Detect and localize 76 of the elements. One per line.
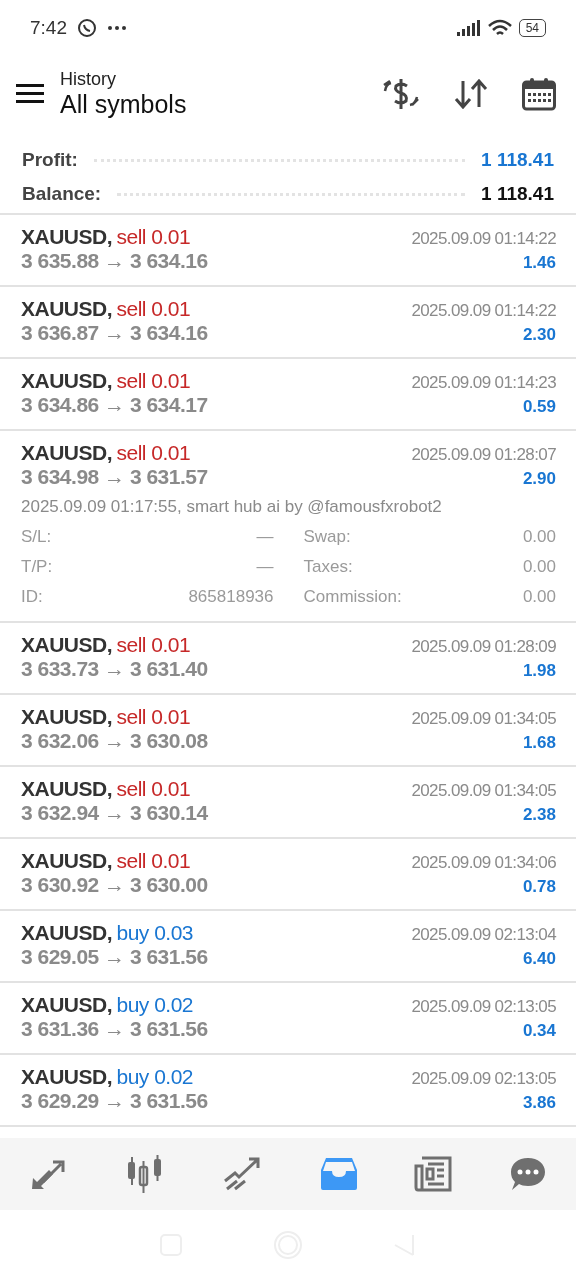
chat-bubble-icon (509, 1156, 548, 1192)
detail-label: Commission: (303, 587, 402, 607)
deal-title[interactable]: XAUUSD, sell 0.01 (21, 777, 191, 801)
wifi-icon (486, 18, 513, 37)
deal-time: 2025.09.09 01:14:22 (411, 301, 556, 321)
detail-label: S/L: (21, 527, 52, 547)
deal-profit: 2.90 (522, 469, 556, 489)
deal-title[interactable]: XAUUSD, sell 0.01 (21, 225, 191, 249)
deal-profit: 0.78 (522, 877, 556, 897)
deal-title[interactable]: XAUUSD, sell 0.01 (21, 297, 191, 321)
deal-time: 2025.09.09 01:14:23 (411, 373, 556, 393)
deal-prices: 3 636.87 → 3 634.16 (21, 321, 208, 345)
deal-time: 2025.09.09 02:13:04 (411, 925, 556, 945)
clock: 7:42 (30, 16, 67, 39)
inbox-icon (320, 1158, 357, 1190)
deal-title[interactable]: XAUUSD, buy 0.02 (21, 993, 194, 1017)
deal-prices: 3 629.05 → 3 631.56 (21, 945, 208, 969)
signal-icon (456, 19, 481, 36)
detail-label: Swap: (303, 527, 351, 547)
deal-title[interactable]: XAUUSD, buy 0.02 (21, 1065, 194, 1089)
deal-prices: 3 631.36 → 3 631.56 (21, 1017, 208, 1041)
deal-title[interactable]: XAUUSD, sell 0.01 (21, 633, 191, 657)
deal-time: 2025.09.09 01:34:06 (411, 853, 556, 873)
menu-icon[interactable] (16, 83, 44, 105)
more-icon (107, 24, 127, 31)
screen-subtitle: History (60, 69, 117, 90)
detail-value: 0.00 (522, 527, 556, 547)
deal-prices: 3 634.98 → 3 631.57 (21, 465, 208, 489)
deal-profit: 1.98 (522, 661, 556, 681)
deal-time: 2025.09.09 01:14:22 (411, 229, 556, 249)
deal-time: 2025.09.09 01:34:05 (411, 781, 556, 801)
deal-title[interactable]: XAUUSD, sell 0.01 (21, 705, 191, 729)
deal-profit: 3.86 (522, 1093, 556, 1113)
deal-prices: 3 632.94 → 3 630.14 (21, 801, 208, 825)
deal-title[interactable]: XAUUSD, sell 0.01 (21, 849, 191, 873)
deal-prices: 3 630.92 → 3 630.00 (21, 873, 208, 897)
deal-prices: 3 633.73 → 3 631.40 (21, 657, 208, 681)
sort-icon[interactable] (454, 79, 488, 109)
battery-level: 54 (518, 18, 546, 37)
deal-prices: 3 632.06 → 3 630.08 (21, 729, 208, 753)
deal-prices: 3 629.29 → 3 631.56 (21, 1089, 208, 1113)
deal-time: 2025.09.09 01:34:05 (411, 709, 556, 729)
detail-value: — (256, 527, 274, 547)
deal-prices: 3 634.86 → 3 634.17 (21, 393, 208, 417)
deal-title[interactable]: XAUUSD, sell 0.01 (21, 369, 191, 393)
detail-value: 0.00 (522, 587, 556, 607)
deal-profit: 0.34 (522, 1021, 556, 1041)
detail-value: 0.00 (522, 557, 556, 577)
detail-label: Taxes: (303, 557, 353, 577)
summary-label: Profit: (22, 149, 78, 171)
deal-prices: 3 635.88 → 3 634.16 (21, 249, 208, 273)
dollar-exchange-icon[interactable] (382, 77, 420, 111)
deal-time: 2025.09.09 01:28:09 (411, 637, 556, 657)
summary-value: 1 118.41 (481, 149, 554, 171)
calendar-icon[interactable] (522, 77, 556, 111)
deal-profit: 2.38 (522, 805, 556, 825)
detail-label: ID: (21, 587, 43, 607)
deal-profit: 2.30 (522, 325, 556, 345)
deal-time: 2025.09.09 02:13:05 (411, 997, 556, 1017)
deal-profit: 0.59 (522, 397, 556, 417)
newspaper-icon (413, 1156, 452, 1192)
summary-value: 1 118.41 (481, 183, 554, 205)
deal-profit: 6.40 (522, 949, 556, 969)
deal-profit: 1.46 (522, 253, 556, 273)
deal-comment: 2025.09.09 01:17:55, smart hub ai by @famousfxrobot2 (21, 497, 443, 517)
deal-profit: 1.68 (522, 733, 556, 753)
deal-title[interactable]: XAUUSD, buy 0.03 (21, 921, 194, 945)
detail-value: 865818936 (188, 587, 274, 607)
chat-app-icon (77, 17, 97, 38)
screen-title[interactable]: All symbols (60, 90, 382, 119)
deal-title[interactable]: XAUUSD, sell 0.01 (21, 441, 191, 465)
summary-label: Balance: (22, 183, 102, 205)
detail-value: — (256, 557, 274, 577)
deal-time: 2025.09.09 01:28:07 (411, 445, 556, 465)
deal-time: 2025.09.09 02:13:05 (411, 1069, 556, 1089)
detail-label: T/P: (21, 557, 53, 577)
